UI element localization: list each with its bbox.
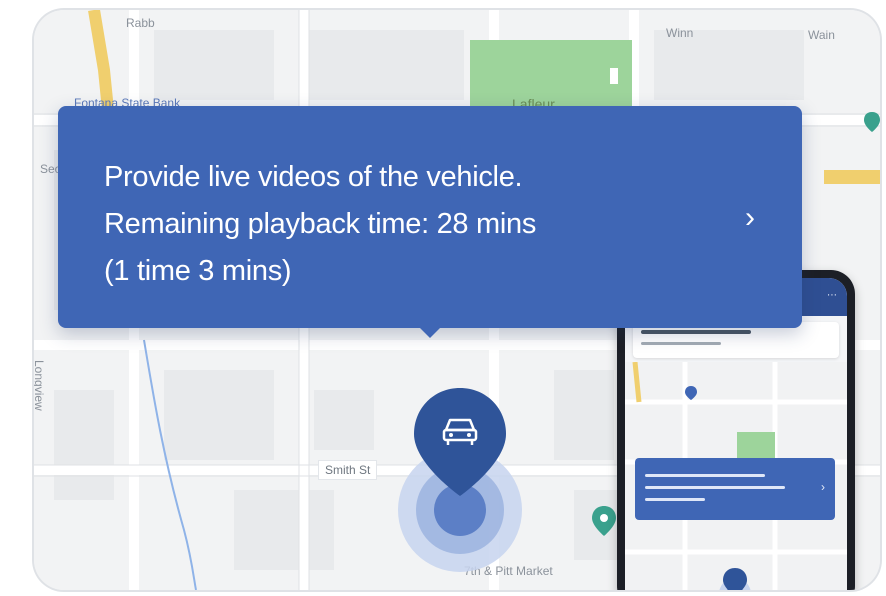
banner-line-2: Remaining playback time: 28 mins [104,208,537,240]
banner-line-3: (1 time 3 mins) [104,255,292,287]
street-label: Rabb [126,16,155,30]
vehicle-location-marker[interactable] [394,380,534,580]
chevron-right-icon[interactable]: › [738,202,762,234]
banner-text: Provide live videos of the vehicle. Rema… [104,154,704,295]
banner-pointer [420,328,440,338]
more-icon[interactable]: ⋯ [827,290,837,301]
live-video-banner[interactable]: Provide live videos of the vehicle. Rema… [58,106,802,338]
street-label: Winn [666,26,694,40]
street-label: Wain [808,28,835,42]
chevron-right-icon: › [821,480,825,494]
street-label: Longview [34,360,46,411]
car-icon [442,418,478,445]
street-label: Smith St [318,460,378,480]
banner-line-1: Provide live videos of the vehicle. [104,161,523,193]
phone-banner[interactable]: › [635,458,835,520]
